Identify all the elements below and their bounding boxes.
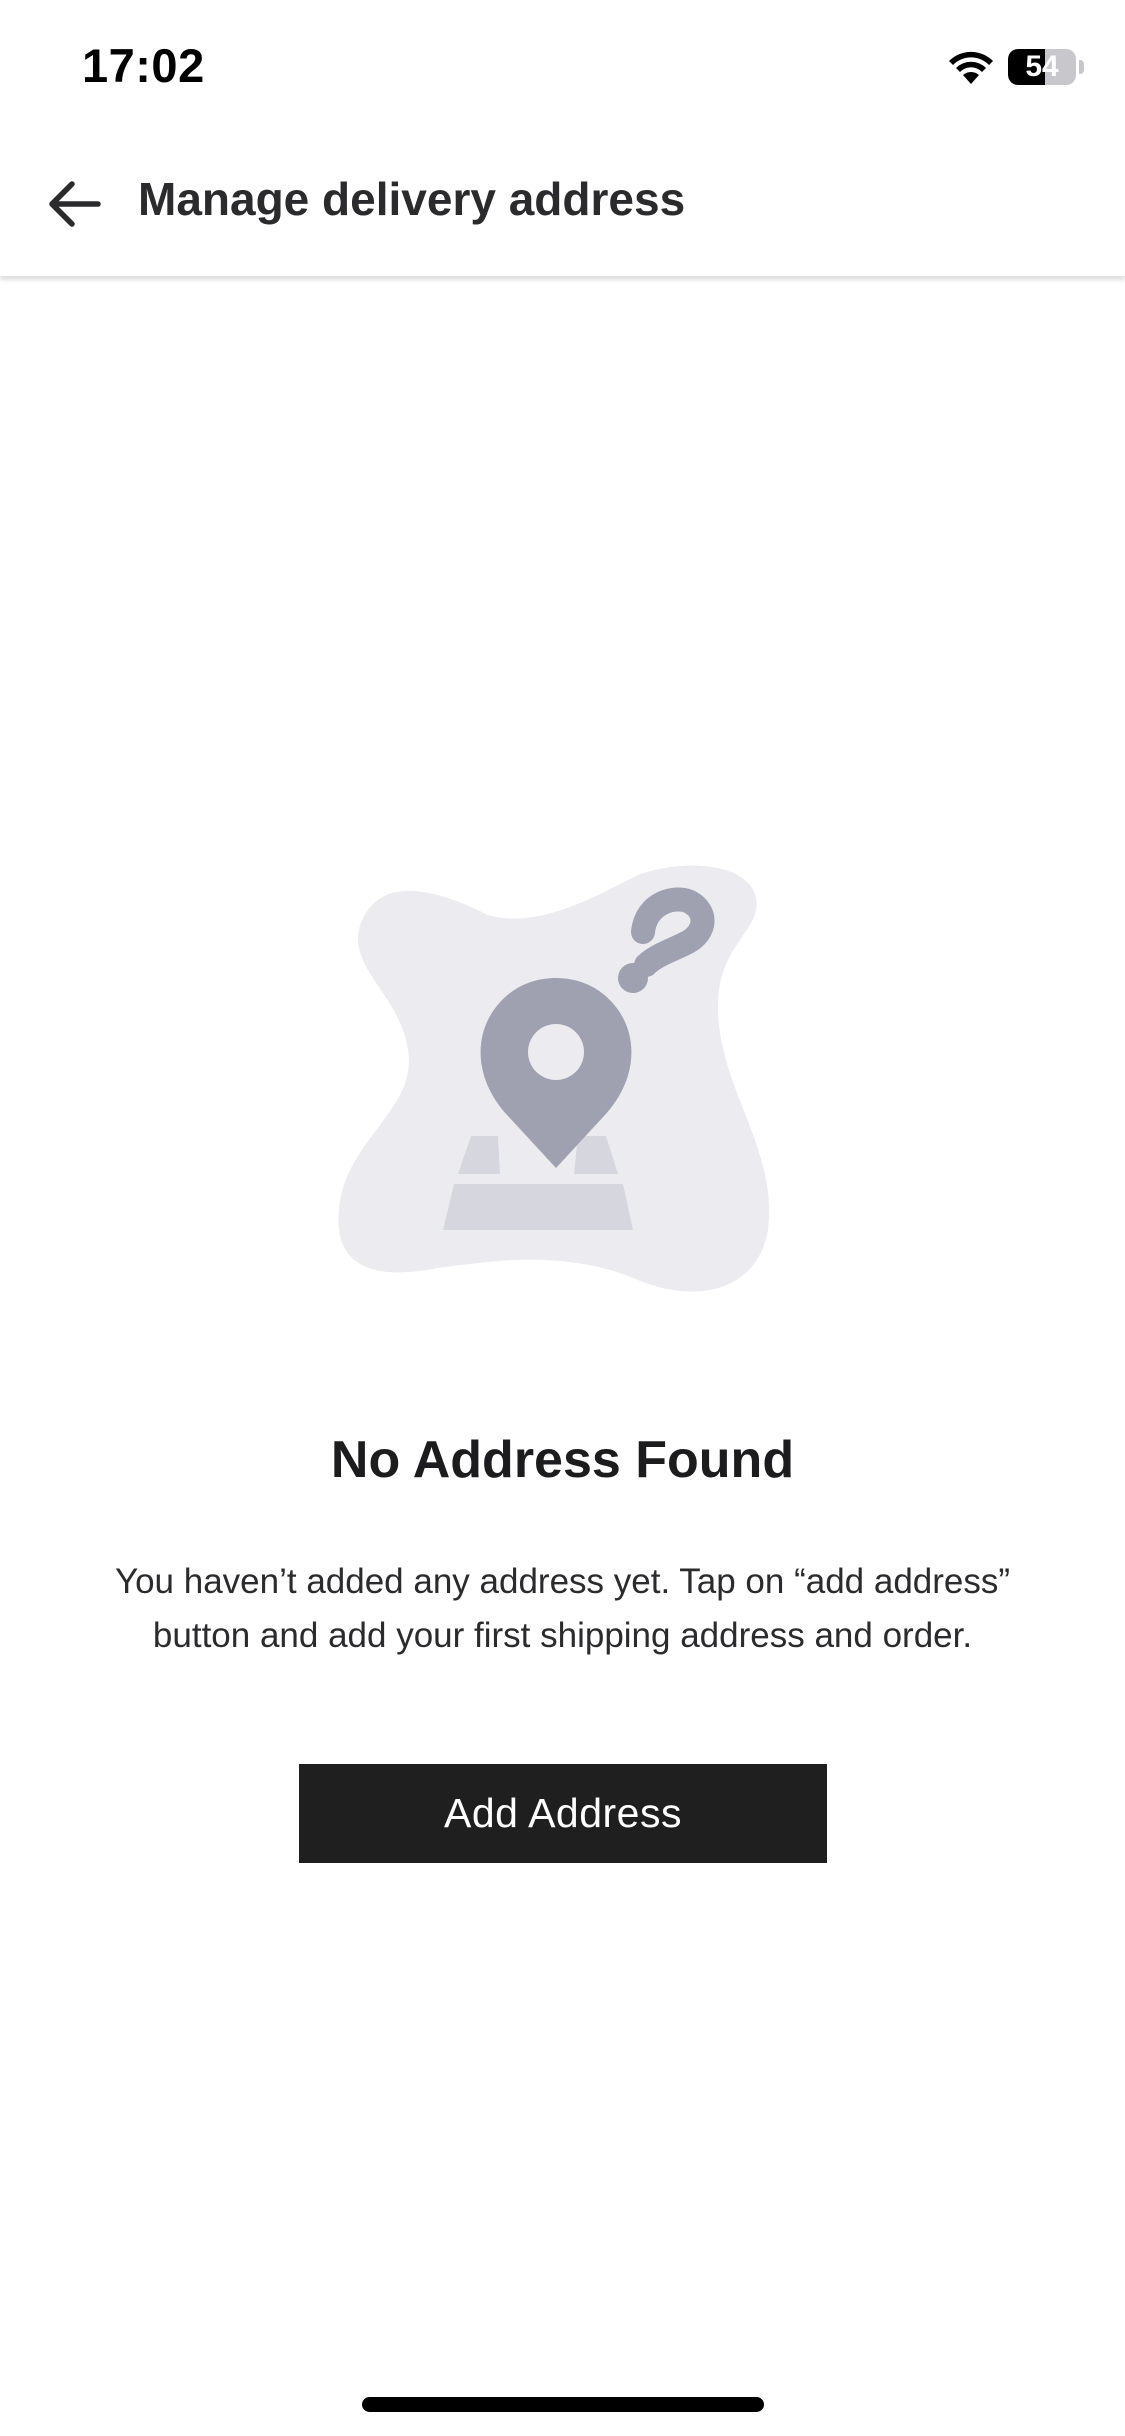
question-mark-dot bbox=[618, 963, 648, 993]
wifi-icon bbox=[949, 51, 993, 84]
page-title: Manage delivery address bbox=[138, 173, 686, 225]
add-address-button[interactable]: Add Address bbox=[299, 1764, 827, 1863]
app-header: Manage delivery address bbox=[0, 128, 1125, 276]
status-bar: 17:02 54 bbox=[0, 0, 1125, 128]
empty-state-title: No Address Found bbox=[330, 1431, 795, 1489]
status-time: 17:02 bbox=[82, 39, 205, 92]
battery-cap bbox=[1079, 60, 1084, 74]
battery-level: 54 bbox=[1025, 50, 1059, 83]
home-indicator[interactable] bbox=[362, 2397, 764, 2412]
map-slab-bottom bbox=[443, 1184, 633, 1230]
pin-hole bbox=[528, 1024, 584, 1080]
battery-icon: 54 bbox=[1008, 49, 1076, 85]
empty-state-message: You haven’t added any address yet. Tap o… bbox=[114, 1562, 1011, 1655]
arrow-left-icon bbox=[49, 181, 101, 227]
location-pin-question-icon bbox=[338, 865, 770, 1292]
back-button[interactable] bbox=[34, 164, 114, 244]
